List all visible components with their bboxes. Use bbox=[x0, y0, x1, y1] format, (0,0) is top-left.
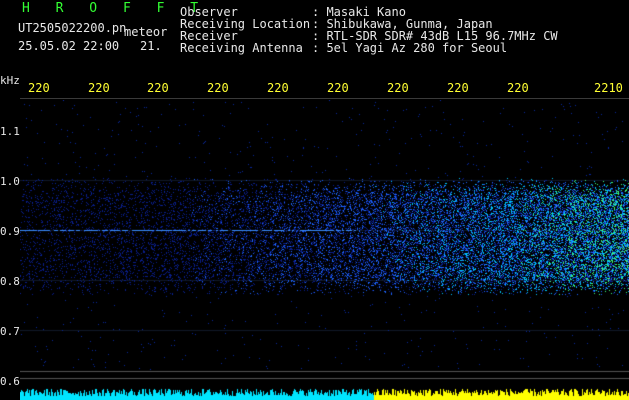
x-tick-label: 220 bbox=[28, 81, 50, 95]
minute-label: 21. bbox=[140, 39, 162, 53]
y-axis-unit: kHz bbox=[0, 74, 20, 87]
x-tick-label: 220 bbox=[207, 81, 229, 95]
antenna-label: Receiving Antenna bbox=[180, 41, 303, 55]
x-tick-label: 220 bbox=[507, 81, 529, 95]
x-tick-label: 220 bbox=[88, 81, 110, 95]
antenna-value: : 5el Yagi Az 280 for Seoul bbox=[312, 41, 508, 55]
x-tick-label: 220 bbox=[447, 81, 469, 95]
x-tick-label: 2210 bbox=[594, 81, 623, 95]
filename-label: UT2505022200.pn bbox=[18, 21, 127, 35]
x-tick-label: 220 bbox=[387, 81, 409, 95]
y-tick-label: 0.6 bbox=[0, 375, 20, 388]
y-tick-label: 1.0 bbox=[0, 175, 20, 188]
y-tick-label: 0.7 bbox=[0, 325, 20, 338]
spectrogram-waterfall[interactable] bbox=[20, 100, 629, 400]
y-tick-label: 0.8 bbox=[0, 275, 20, 288]
x-tick-label: 220 bbox=[327, 81, 349, 95]
mode-label: meteor bbox=[124, 25, 168, 39]
y-tick-label: 0.9 bbox=[0, 225, 20, 238]
x-tick-label: 220 bbox=[147, 81, 169, 95]
x-axis-line bbox=[20, 98, 629, 99]
timestamp-label: 25.05.02 22:00 bbox=[18, 39, 120, 53]
x-tick-label: 220 bbox=[267, 81, 289, 95]
y-tick-label: 1.1 bbox=[0, 125, 20, 138]
